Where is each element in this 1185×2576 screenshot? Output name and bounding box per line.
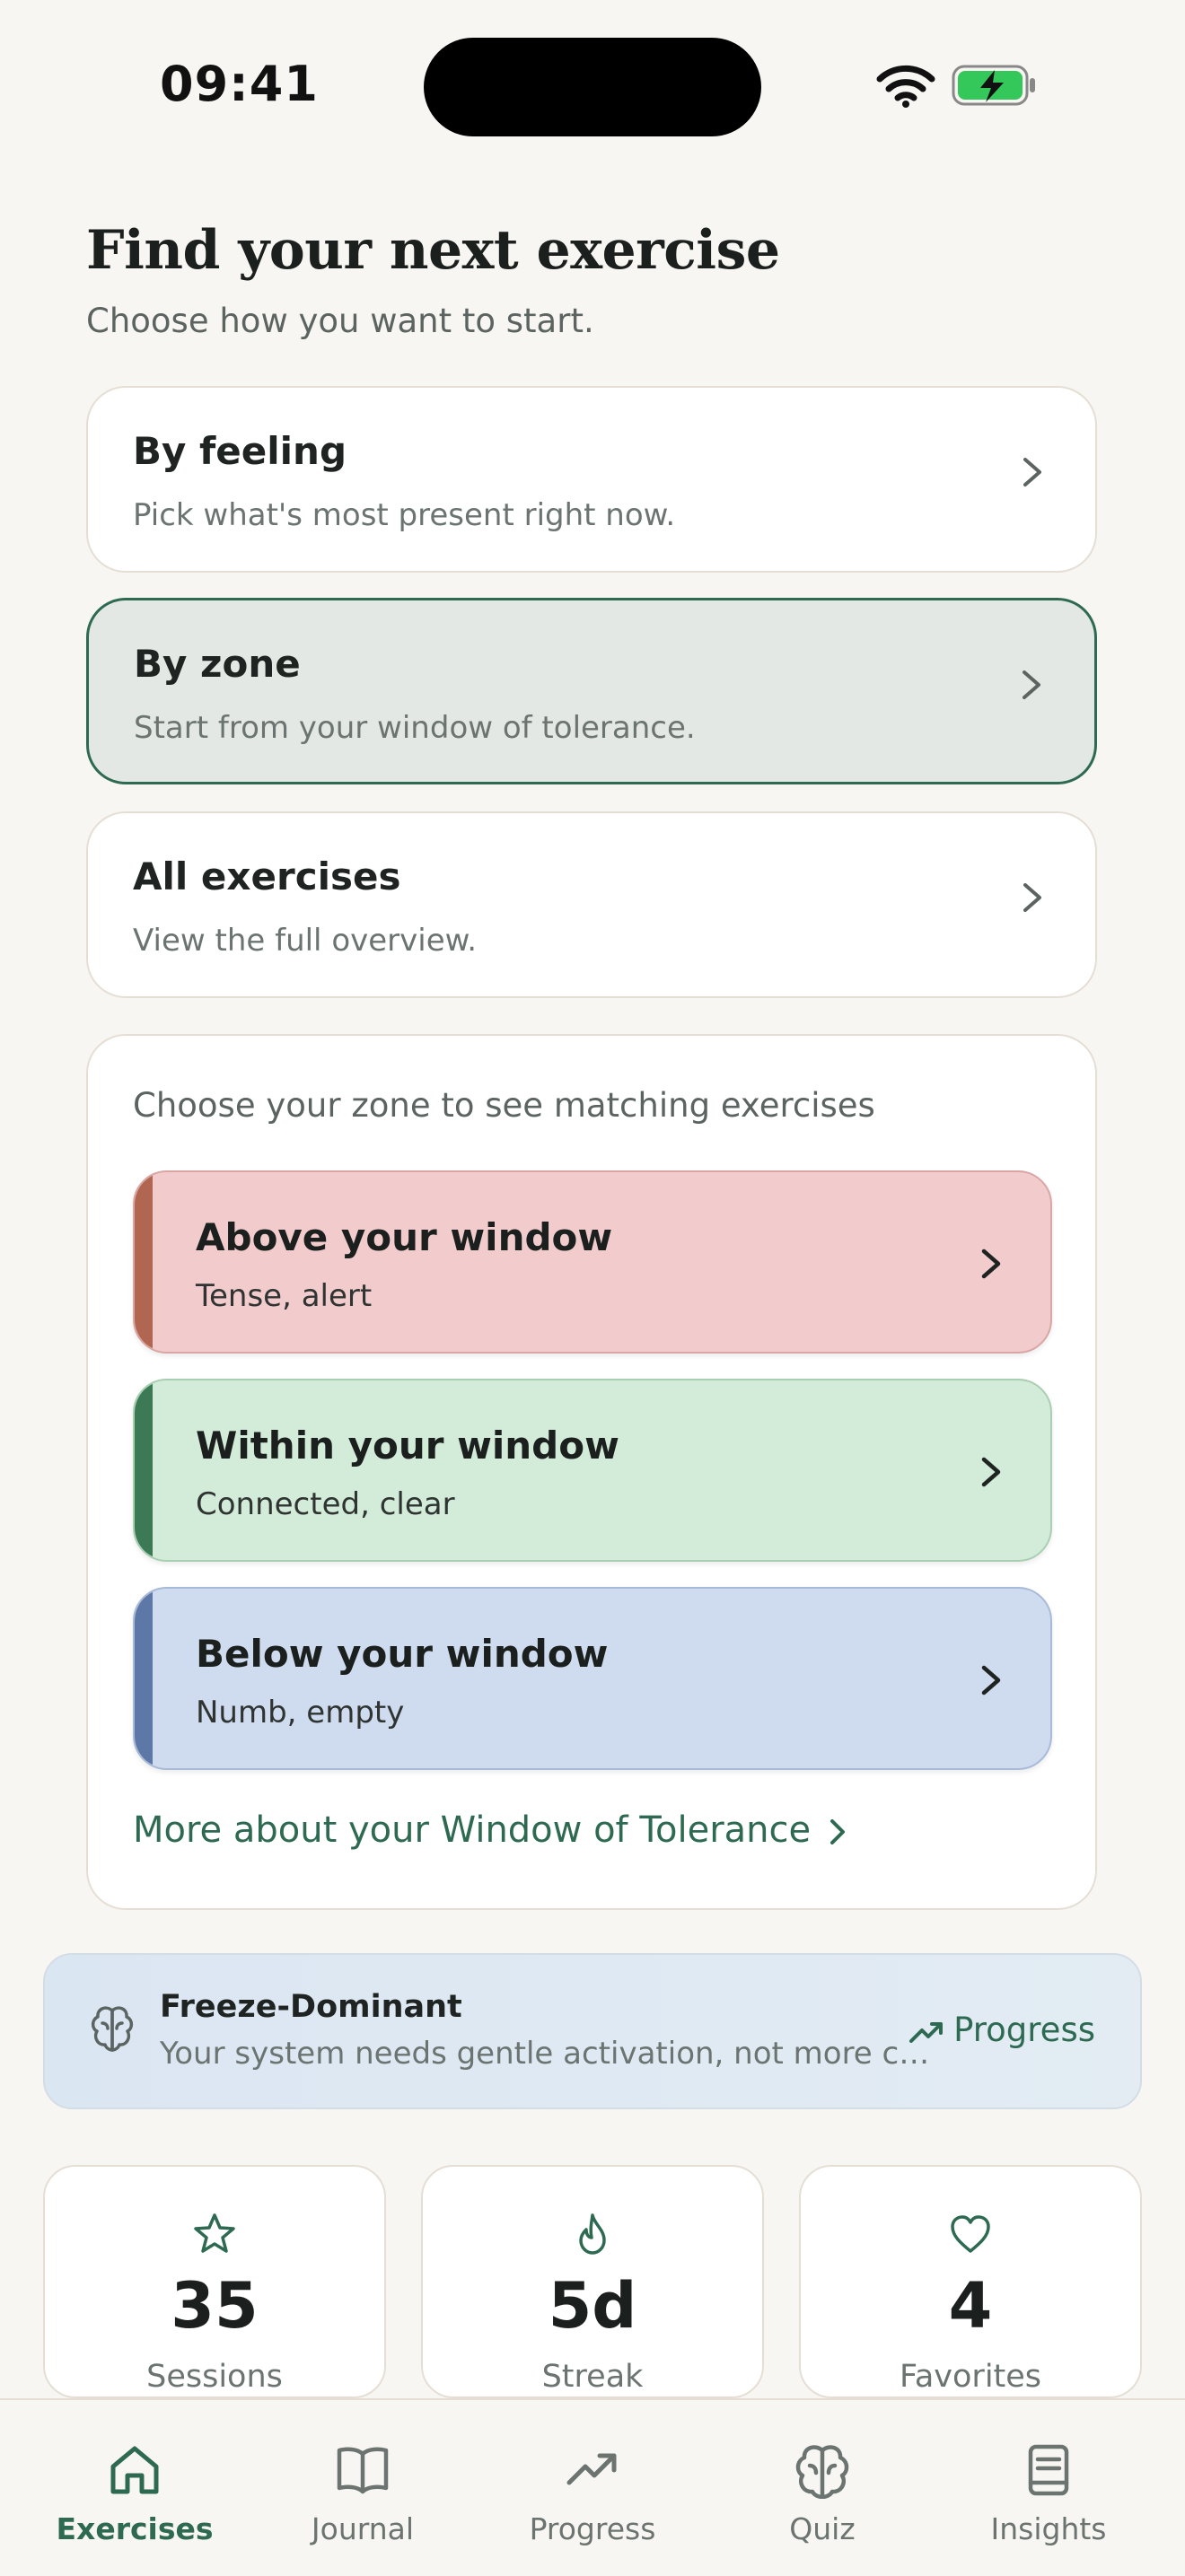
trend-icon (566, 2453, 617, 2485)
tab-label: Progress (529, 2511, 656, 2546)
stat-sessions: 35 Sessions (43, 2165, 386, 2398)
tab-label: Exercises (56, 2511, 214, 2546)
chevron-right-icon (981, 1457, 1001, 1487)
progress-link-label: Progress (953, 2011, 1095, 2049)
nervous-system-profile-banner[interactable]: Freeze-Dominant Your system needs gentle… (43, 1953, 1142, 2109)
zone-within-window[interactable]: Within your window Connected, clear (133, 1379, 1052, 1562)
notebook-icon (1028, 2444, 1069, 2496)
zone-accent-bar (135, 1172, 153, 1352)
profile-description: Your system needs gentle activation, not… (160, 2036, 932, 2072)
zone-description: Connected, clear (196, 1486, 455, 1522)
page-title: Find your next exercise (86, 219, 780, 282)
option-all-exercises[interactable]: All exercises View the full overview. (86, 811, 1097, 998)
dynamic-island (424, 38, 761, 136)
status-time: 09:41 (160, 56, 319, 112)
option-title: By feeling (133, 429, 347, 473)
chevron-right-icon (981, 1665, 1001, 1695)
chevron-right-icon (1023, 670, 1040, 699)
battery-icon (952, 65, 1035, 106)
tab-insights[interactable]: Insights (930, 2400, 1167, 2576)
stat-streak: 5d Streak (421, 2165, 764, 2398)
zone-description: Numb, empty (196, 1695, 405, 1730)
option-title: All exercises (133, 854, 401, 898)
tab-label: Quiz (789, 2511, 856, 2546)
zone-accent-bar (135, 1380, 153, 1560)
zone-prompt: Choose your zone to see matching exercis… (133, 1086, 875, 1125)
more-link-label: More about your Window of Tolerance (133, 1809, 812, 1851)
stat-label: Favorites (899, 2359, 1042, 2395)
zone-title: Above your window (196, 1215, 613, 1259)
zone-below-window[interactable]: Below your window Numb, empty (133, 1587, 1052, 1770)
stat-favorites: 4 Favorites (799, 2165, 1142, 2398)
star-icon (194, 2213, 235, 2253)
tab-exercises[interactable]: Exercises (16, 2400, 253, 2576)
option-title: By zone (134, 642, 301, 686)
tab-label: Insights (990, 2511, 1107, 2546)
tab-progress[interactable]: Progress (474, 2400, 711, 2576)
progress-link[interactable]: Progress (908, 2011, 1095, 2049)
flame-icon (579, 2213, 606, 2255)
stat-label: Streak (541, 2359, 644, 2395)
trend-up-icon (909, 2021, 944, 2043)
chevron-right-icon (830, 1819, 846, 1844)
option-description: Start from your window of tolerance. (134, 710, 696, 746)
brain-icon (795, 2445, 849, 2499)
heart-icon (951, 2215, 990, 2253)
zone-title: Within your window (196, 1424, 619, 1468)
page-subtitle: Choose how you want to start. (86, 302, 594, 340)
stat-value: 4 (948, 2269, 993, 2343)
stat-value: 35 (171, 2269, 259, 2343)
profile-name: Freeze-Dominant (160, 1989, 462, 2025)
chevron-right-icon (1023, 883, 1041, 912)
home-icon (110, 2446, 159, 2494)
zone-title: Below your window (196, 1632, 609, 1676)
zone-description: Tense, alert (196, 1278, 373, 1314)
option-description: Pick what's most present right now. (133, 497, 676, 533)
zone-panel: Choose your zone to see matching exercis… (86, 1034, 1097, 1910)
zone-accent-bar (135, 1589, 153, 1768)
stat-label: Sessions (146, 2359, 283, 2395)
book-icon (337, 2447, 389, 2494)
window-of-tolerance-link[interactable]: More about your Window of Tolerance (133, 1809, 848, 1851)
chevron-right-icon (981, 1249, 1001, 1279)
zone-above-window[interactable]: Above your window Tense, alert (133, 1170, 1052, 1354)
tab-quiz[interactable]: Quiz (704, 2400, 941, 2576)
option-description: View the full overview. (133, 923, 478, 959)
stat-value: 5d (548, 2269, 637, 2343)
brain-icon (91, 2006, 134, 2052)
tab-label: Journal (311, 2511, 415, 2546)
option-by-zone[interactable]: By zone Start from your window of tolera… (86, 598, 1097, 784)
tab-bar: Exercises Journal Progress Quiz Insights (0, 2398, 1185, 2576)
wifi-icon (876, 65, 935, 108)
option-by-feeling[interactable]: By feeling Pick what's most present righ… (86, 386, 1097, 573)
tab-journal[interactable]: Journal (244, 2400, 481, 2576)
chevron-right-icon (1023, 458, 1041, 486)
